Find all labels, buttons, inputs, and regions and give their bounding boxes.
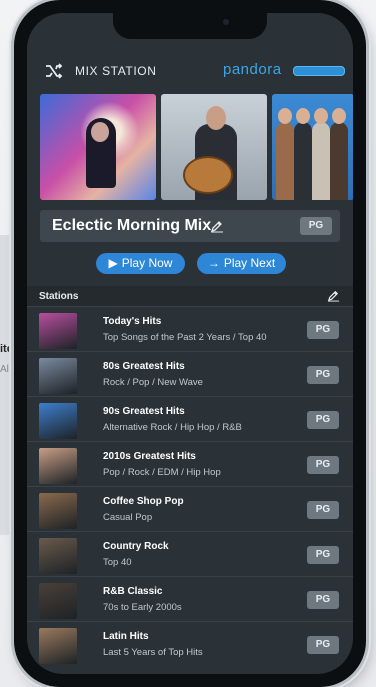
station-thumbnail [39,493,77,529]
station-description: Top Songs of the Past 2 Years / Top 40 [103,332,267,343]
art-face [206,106,226,130]
pg-badge: PG [300,217,332,235]
station-row[interactable]: R&B Classic 70s to Early 2000s PG [27,576,353,622]
play-next-label: Play Next [223,256,276,270]
featured-artwork-row [40,94,353,202]
station-thumbnail [39,628,77,664]
pg-badge: PG [307,321,339,339]
station-name: 80s Greatest Hits [103,361,185,372]
station-thumbnail [39,448,77,484]
stations-title: Stations [39,291,79,302]
station-description: Pop / Rock / EDM / Hip Hop [103,467,221,478]
station-name: Today's Hits [103,316,162,327]
art-figure [330,122,348,200]
mix-name: Eclectic Morning Mix [52,217,212,234]
station-thumbnail [39,313,77,349]
featured-art-2[interactable] [161,94,267,200]
station-name: 90s Greatest Hits [103,406,185,417]
brand-badge [293,66,345,76]
phone-frame: MIX STATION pandora Eclectic Morning Mix… [14,0,366,687]
art-figure [294,122,312,200]
station-description: 70s to Early 2000s [103,602,182,613]
station-row[interactable]: Today's Hits Top Songs of the Past 2 Yea… [27,306,353,352]
phone-notch [113,13,267,39]
station-name: Country Rock [103,541,169,552]
featured-art-1[interactable] [40,94,156,200]
station-description: Last 5 Years of Top Hits [103,647,203,658]
station-name: 2010s Greatest Hits [103,451,196,462]
guitar-shape [183,156,233,194]
art-face [332,108,346,124]
background-page-subtext: All [0,364,12,375]
pg-badge: PG [307,411,339,429]
art-face [314,108,328,124]
app-screen: MIX STATION pandora Eclectic Morning Mix… [27,13,353,674]
pg-badge: PG [307,546,339,564]
station-thumbnail [39,583,77,619]
app-header: MIX STATION pandora [27,57,353,85]
station-thumbnail [39,358,77,394]
station-name: Coffee Shop Pop [103,496,184,507]
station-name: R&B Classic [103,586,163,597]
pandora-logo: pandora [223,61,282,78]
station-thumbnail [39,403,77,439]
shuffle-icon[interactable] [45,63,63,79]
station-row[interactable]: Coffee Shop Pop Casual Pop PG [27,486,353,532]
station-row[interactable]: 90s Greatest Hits Alternative Rock / Hip… [27,396,353,442]
play-now-button[interactable]: ▶ Play Now [96,253,185,274]
station-thumbnail [39,538,77,574]
station-description: Rock / Pop / New Wave [103,377,203,388]
art-figure [312,122,330,200]
pg-badge: PG [307,501,339,519]
pg-badge: PG [307,456,339,474]
mix-title-bar: Eclectic Morning Mix PG [40,210,340,242]
app-title: MIX STATION [75,64,157,78]
background-page-text: ite [0,343,13,355]
station-row[interactable]: Country Rock Top 40 PG [27,531,353,577]
station-description: Casual Pop [103,512,153,523]
station-description: Top 40 [103,557,132,568]
stations-header: Stations [27,286,353,306]
pg-badge: PG [307,591,339,609]
station-description: Alternative Rock / Hip Hop / R&B [103,422,242,433]
art-face [278,108,292,124]
arrow-right-icon: → [207,256,220,270]
play-next-button[interactable]: → Play Next [197,253,286,274]
station-row[interactable]: Latin Hits Last 5 Years of Top Hits PG [27,621,353,667]
featured-art-3[interactable] [272,94,353,200]
art-face [296,108,310,124]
play-now-label: Play Now [121,256,173,270]
art-figure [276,122,294,200]
edit-icon[interactable] [210,219,224,233]
station-row[interactable]: 80s Greatest Hits Rock / Pop / New Wave … [27,351,353,397]
pg-badge: PG [307,636,339,654]
edit-stations-icon[interactable] [327,289,340,302]
camera-dot [223,19,229,25]
station-row[interactable]: 2010s Greatest Hits Pop / Rock / EDM / H… [27,441,353,487]
play-icon: ▶ [108,256,118,270]
art-face [91,122,109,142]
pg-badge: PG [307,366,339,384]
station-name: Latin Hits [103,631,149,642]
